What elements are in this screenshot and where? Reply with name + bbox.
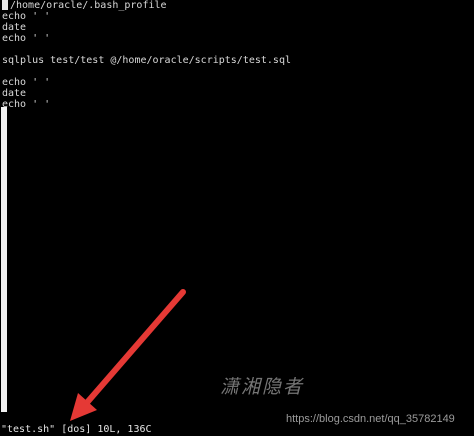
author-watermark: 潇湘隐者 (220, 376, 305, 398)
terminal-line-9: date (2, 88, 27, 99)
terminal-line-8: echo ' ' (2, 77, 51, 88)
terminal-line-1: /home/oracle/.bash_profile (2, 0, 167, 11)
empty-buffer-marker-column (1, 107, 7, 412)
terminal-line-2: echo ' ' (2, 11, 51, 22)
vim-status-line: "test.sh" [dos] 10L, 136C (1, 424, 152, 435)
url-watermark: https://blog.csdn.net/qq_35782149 (286, 413, 455, 425)
text-cursor (2, 0, 8, 10)
terminal-window[interactable]: /home/oracle/.bash_profile echo ' ' date… (0, 0, 474, 436)
terminal-line-text: /home/oracle/.bash_profile (10, 0, 167, 11)
arrow-head (70, 393, 97, 421)
terminal-line-3: date (2, 22, 27, 33)
terminal-line-4: echo ' ' (2, 33, 51, 44)
terminal-line-10: echo ' ' (2, 99, 51, 110)
arrow-shaft (81, 289, 186, 409)
terminal-line-6: sqlplus test/test @/home/oracle/scripts/… (2, 55, 291, 66)
